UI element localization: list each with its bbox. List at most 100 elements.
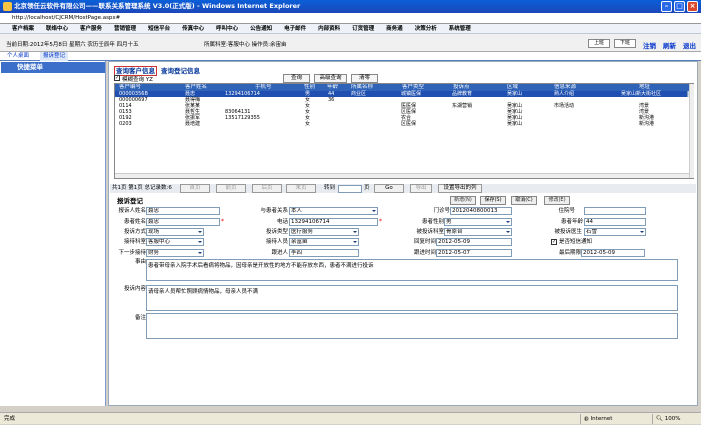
clear-button[interactable]: 清零 bbox=[351, 74, 378, 83]
close-button[interactable]: × bbox=[687, 1, 698, 12]
table-vertical-scrollbar[interactable] bbox=[689, 84, 694, 178]
patient-name-label: 患者姓名 bbox=[123, 219, 146, 225]
first-page-button[interactable]: 首页 bbox=[180, 184, 210, 193]
minimize-button[interactable]: – bbox=[661, 1, 672, 12]
visit-time-input[interactable]: 2012-05-09 bbox=[436, 238, 512, 246]
export-columns-button[interactable]: 设置导出的列 bbox=[438, 184, 482, 193]
event-textarea[interactable]: 患者带母亲入院手术后看病将物品，因母亲是开放性的地方不能存放东西，患者不满进行投… bbox=[146, 259, 678, 281]
quick-menu-header[interactable]: 快捷菜单 bbox=[1, 62, 105, 73]
save-button[interactable]: 保存(S) bbox=[480, 196, 506, 205]
menu-item-notice[interactable]: 公告通知 bbox=[250, 24, 272, 34]
add-button[interactable]: 新增(N) bbox=[450, 196, 476, 205]
tab-desktop[interactable]: 个人桌面 bbox=[4, 52, 32, 61]
hospital-no-input[interactable] bbox=[584, 207, 646, 215]
next-dept-select[interactable]: 财务 bbox=[146, 249, 204, 257]
col-org[interactable]: 所属名称 bbox=[351, 84, 373, 91]
menu-item-service[interactable]: 客户服务 bbox=[80, 24, 102, 34]
chevron-down-icon bbox=[198, 231, 202, 233]
menu-item-email[interactable]: 电子邮件 bbox=[284, 24, 306, 34]
left-panel bbox=[0, 61, 106, 406]
sms-checkbox[interactable]: ✓ bbox=[551, 239, 557, 245]
menu-item-sms[interactable]: 短信平台 bbox=[148, 24, 170, 34]
col-address[interactable]: 地址 bbox=[639, 84, 650, 91]
address-url[interactable]: http://localhost/CJCRM/HostPage.aspx# bbox=[12, 15, 120, 21]
phone-input[interactable]: 13294106714 bbox=[289, 218, 378, 226]
menu-item-analysis[interactable]: 决策分析 bbox=[415, 24, 437, 34]
menu-item-call[interactable]: 呼叫中心 bbox=[216, 24, 238, 34]
tab-complaint[interactable]: 报诉登记 bbox=[40, 52, 69, 61]
recv-person-label: 接待人员 bbox=[265, 239, 288, 245]
menu-item-customer[interactable]: 客户档案 bbox=[12, 24, 34, 34]
table-row[interactable]: 0203 聂培建女区医保 吴家山 新沟港 bbox=[115, 121, 693, 127]
relation-label: 与患者关系 bbox=[260, 208, 288, 214]
query-button[interactable]: 查询 bbox=[283, 74, 310, 83]
pager-summary: 共1页 第1页 总记录数:6 bbox=[112, 185, 172, 191]
deadline-input[interactable]: 2012-05-09 bbox=[581, 249, 645, 257]
menu-item-fax[interactable]: 传真中心 bbox=[182, 24, 204, 34]
type-select[interactable]: 医疗服务 bbox=[289, 228, 359, 236]
advanced-query-button[interactable]: 高级查询 bbox=[314, 74, 347, 83]
menu-item-contact[interactable]: 联络中心 bbox=[46, 24, 68, 34]
patient-name-input[interactable]: 聂忠 bbox=[146, 218, 220, 226]
col-id[interactable]: 客户编号 bbox=[119, 84, 141, 91]
status-bar: 完成 ◍ Internet 🔍︎ 100% bbox=[0, 412, 701, 424]
cancel-button[interactable]: 取消(C) bbox=[511, 196, 537, 205]
follow-time-input[interactable]: 2012-05-07 bbox=[436, 249, 512, 257]
reporter-name-input[interactable]: 聂忠 bbox=[146, 207, 220, 215]
col-gender[interactable]: 性别 bbox=[304, 84, 315, 91]
dept-select[interactable]: 骨原台 bbox=[444, 228, 512, 236]
recv-dept-select[interactable]: 客服中心 bbox=[146, 238, 204, 246]
zoom-level[interactable]: 🔍︎ 100% bbox=[652, 414, 698, 424]
next-page-button[interactable]: 后页 bbox=[252, 184, 282, 193]
gender-select[interactable]: 男 bbox=[444, 218, 512, 226]
method-select[interactable]: 现场 bbox=[146, 228, 204, 236]
target-select[interactable]: 石雪 bbox=[584, 228, 646, 236]
exit-link[interactable]: 退出 bbox=[683, 40, 696, 50]
col-type[interactable]: 客户类型 bbox=[402, 84, 424, 91]
window-titlebar: 北京领任云软件有限公司——联系关系管理系统 V3.0(正式版) - Window… bbox=[0, 0, 701, 13]
go-button[interactable]: Go bbox=[374, 184, 404, 193]
goto-label: 转到 bbox=[324, 185, 336, 191]
col-source[interactable]: 信息来源 bbox=[554, 84, 576, 91]
age-input[interactable]: 44 bbox=[584, 218, 646, 226]
col-area[interactable]: 区域 bbox=[507, 84, 518, 91]
export-button[interactable]: 导出 bbox=[410, 184, 432, 193]
next-dept-label: 下一步接待 bbox=[118, 250, 146, 256]
last-page-button[interactable]: 末页 bbox=[286, 184, 316, 193]
ie-icon bbox=[3, 2, 12, 11]
table-header: 客户编号 客户姓名 手机号 性别 年龄 所属名称 客户类型 投诉点 区域 信息来… bbox=[115, 84, 693, 91]
method-label: 投诉方式 bbox=[123, 229, 146, 235]
content-textarea[interactable]: 请母亲人员帮忙照顾病情物品，母亲人员不满 bbox=[146, 285, 678, 311]
col-point[interactable]: 投诉点 bbox=[453, 84, 470, 91]
clock-in-button[interactable]: 上班 bbox=[588, 39, 610, 48]
chevron-down-icon bbox=[353, 241, 357, 243]
date-text: 当前日期:2012年5月8日 星期六 农历壬辰年 四月十五 bbox=[6, 42, 139, 48]
goto-page-input[interactable] bbox=[338, 185, 362, 193]
col-mobile[interactable]: 手机号 bbox=[255, 84, 272, 91]
logout-link[interactable]: 注销 bbox=[643, 40, 656, 50]
menu-item-business[interactable]: 商务通 bbox=[386, 24, 403, 34]
address-bar[interactable]: http://localhost/CJCRM/HostPage.aspx# bbox=[0, 13, 701, 24]
clock-out-button[interactable]: 下班 bbox=[614, 39, 636, 48]
follow-input[interactable]: 李四 bbox=[289, 249, 359, 257]
dept-label: 被投诉科室 bbox=[416, 229, 444, 235]
menu-item-marketing[interactable]: 营销管理 bbox=[114, 24, 136, 34]
reporter-name-label: 报诉人姓名 bbox=[118, 208, 146, 214]
maximize-button[interactable]: □ bbox=[674, 1, 685, 12]
door-no-input[interactable]: 2012040800013 bbox=[450, 207, 512, 215]
table-horizontal-scrollbar[interactable] bbox=[115, 173, 689, 178]
refresh-link[interactable]: 刷新 bbox=[663, 40, 676, 50]
note-textarea[interactable] bbox=[146, 313, 678, 339]
edit-button[interactable]: 修改(E) bbox=[544, 196, 570, 205]
menu-item-system[interactable]: 系统管理 bbox=[449, 24, 471, 34]
col-name[interactable]: 客户姓名 bbox=[185, 84, 207, 91]
prev-page-button[interactable]: 前页 bbox=[216, 184, 246, 193]
col-age[interactable]: 年龄 bbox=[327, 84, 338, 91]
relation-select[interactable]: 本人 bbox=[289, 207, 378, 215]
chevron-down-icon bbox=[198, 241, 202, 243]
menu-item-orders[interactable]: 订货管理 bbox=[352, 24, 374, 34]
note-label: 备注 bbox=[134, 315, 146, 321]
menu-item-docs[interactable]: 内部资料 bbox=[318, 24, 340, 34]
recv-person-select[interactable]: 余富亩 bbox=[289, 238, 359, 246]
fuzzy-checkbox[interactable]: ✓ bbox=[114, 75, 120, 81]
